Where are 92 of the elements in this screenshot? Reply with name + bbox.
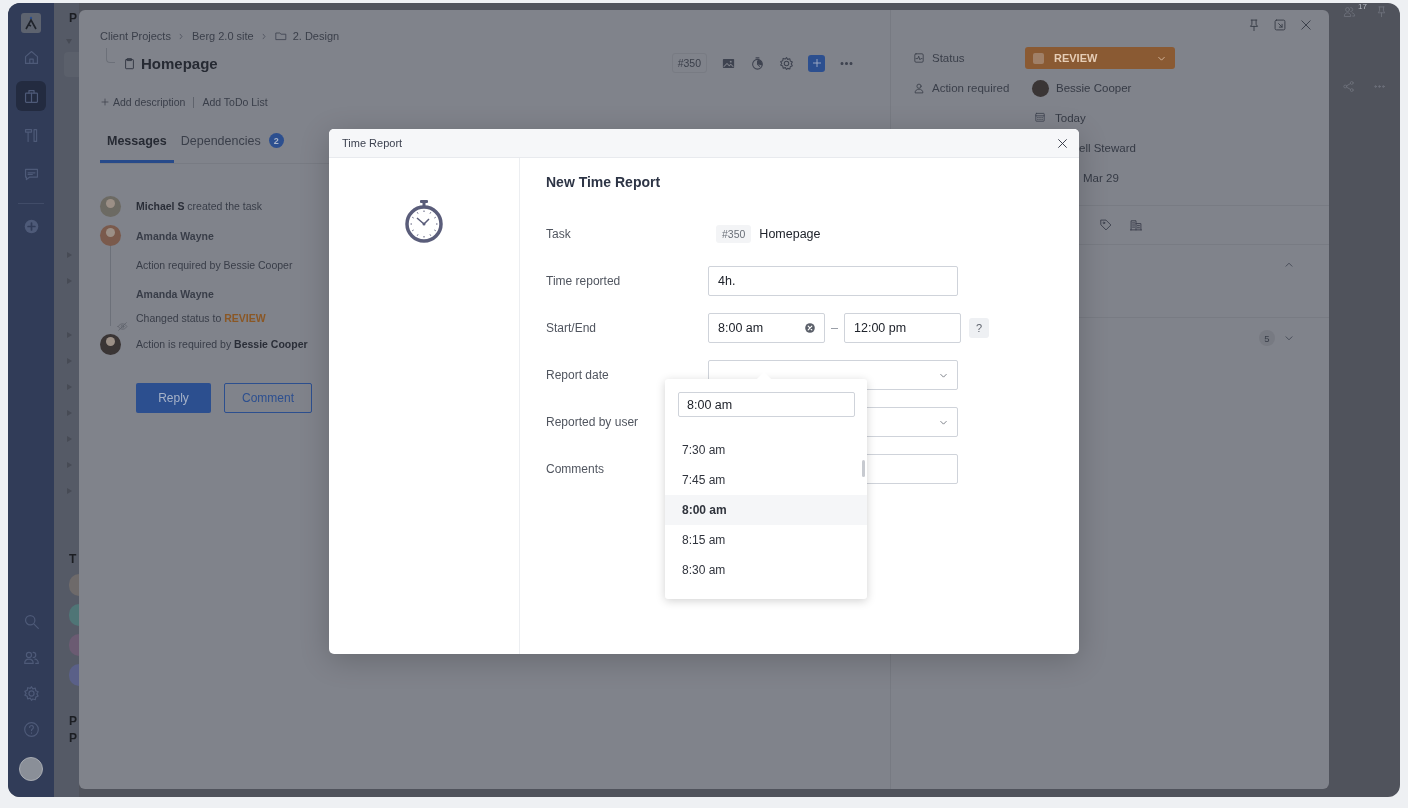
avatar[interactable] — [69, 664, 79, 686]
add-button[interactable] — [808, 54, 825, 72]
breadcrumb-link[interactable]: Berg 2.0 site — [191, 30, 254, 42]
action-link[interactable]: Add description — [113, 96, 186, 108]
start-time-field[interactable]: 8:00 am — [708, 313, 825, 343]
help-icon[interactable] — [22, 721, 40, 738]
activity-text: Changed status to REVIEW — [136, 311, 266, 324]
settings-icon[interactable] — [22, 685, 40, 702]
field-label: Report date — [546, 368, 610, 382]
people-icon[interactable] — [22, 649, 40, 666]
end-time-field[interactable]: 12:00 pm — [844, 313, 961, 343]
user-name[interactable]: Bessie Cooper — [1056, 82, 1132, 94]
time-option[interactable]: 8:30 am — [665, 555, 867, 585]
home-icon[interactable] — [22, 48, 40, 66]
close-icon[interactable] — [1056, 136, 1069, 150]
time-option[interactable]: 7:45 am — [665, 465, 867, 495]
calendar-icon — [1034, 111, 1046, 123]
count-badge: 2 — [268, 133, 284, 148]
share-icon[interactable] — [1342, 80, 1355, 93]
form-heading: New Time Report — [546, 174, 662, 190]
field-label: Start/End — [546, 321, 598, 335]
field-label: Comments — [546, 462, 605, 476]
settings-icon[interactable] — [779, 55, 794, 71]
add-icon[interactable] — [22, 218, 40, 235]
eye-icon — [117, 321, 128, 332]
avatar[interactable] — [69, 604, 79, 626]
avatar — [100, 333, 121, 355]
avatar — [1032, 79, 1049, 97]
task-id-tag: #350 — [716, 225, 752, 243]
plus-icon — [100, 97, 110, 107]
author-name: Amanda Wayne — [136, 229, 214, 242]
task-name: Homepage — [759, 227, 821, 241]
text-field[interactable]: 4h. — [708, 266, 958, 296]
list-heading: P — [69, 714, 78, 728]
avatar[interactable] — [69, 634, 79, 656]
user-icon — [913, 82, 925, 94]
folder-icon — [274, 30, 287, 42]
tab[interactable]: Messages — [100, 121, 174, 163]
timer-icon[interactable] — [750, 55, 765, 71]
task-id-tag: #350 — [671, 53, 707, 73]
avatar — [100, 195, 121, 217]
plus-icon — [810, 57, 823, 69]
due-date[interactable]: Today — [1055, 112, 1086, 124]
clear-icon[interactable] — [804, 322, 816, 334]
avatar[interactable] — [69, 574, 79, 596]
logo-icon[interactable] — [21, 13, 41, 33]
tools-icon[interactable] — [22, 126, 40, 144]
action-link[interactable]: Add ToDo List — [202, 96, 268, 108]
field-value: Mar 29 — [1083, 172, 1119, 184]
status-icon — [913, 52, 925, 64]
status-dropdown[interactable]: REVIEW — [1025, 47, 1175, 69]
user-avatar[interactable] — [19, 757, 43, 781]
activity-text: Action is required by Bessie Cooper — [136, 338, 308, 350]
comment-button[interactable]: Comment — [224, 383, 312, 413]
list-heading: P — [69, 11, 78, 25]
clipboard-icon — [123, 56, 136, 70]
author-name: Amanda Wayne — [136, 287, 214, 300]
time-search-field[interactable]: 8:00 am — [678, 392, 855, 417]
search-icon[interactable] — [22, 613, 40, 630]
people-icon[interactable] — [1343, 5, 1357, 18]
field-label: Action required — [932, 82, 1010, 94]
time-option[interactable]: 8:00 am — [665, 495, 867, 525]
avatar — [100, 225, 121, 246]
breadcrumb-link[interactable]: 2. Design — [292, 30, 340, 42]
pin-icon[interactable] — [1247, 18, 1261, 32]
briefcase-icon[interactable] — [22, 87, 40, 105]
activity-text: Michael S created the task — [136, 200, 263, 212]
building-icon[interactable] — [1129, 218, 1143, 232]
reply-button[interactable]: Reply — [136, 383, 211, 413]
field-label: Status — [932, 52, 965, 64]
online-count: 17 — [1358, 3, 1367, 11]
task-title: Homepage — [141, 54, 218, 72]
time-option[interactable]: 8:15 am — [665, 525, 867, 555]
scrollbar-thumb[interactable] — [862, 460, 865, 477]
tag-icon[interactable] — [1099, 218, 1113, 232]
list-row[interactable] — [64, 52, 79, 77]
list-heading: P — [69, 731, 78, 745]
field-label: Time reported — [546, 274, 622, 288]
minimize-icon[interactable] — [1273, 18, 1287, 32]
help-button[interactable]: ? — [969, 318, 989, 338]
count-badge: 5 — [1259, 330, 1275, 346]
breadcrumb-link[interactable]: Client Projects — [100, 30, 171, 42]
list-heading: T — [69, 552, 78, 566]
stopwatch-icon — [404, 199, 444, 243]
dialog-title: Time Report — [342, 137, 403, 149]
pin-icon[interactable] — [1375, 5, 1388, 18]
field-label: Reported by user — [546, 415, 640, 429]
tab[interactable]: Dependencies 2 — [173, 121, 291, 163]
time-option[interactable]: 7:30 am — [665, 435, 867, 465]
field-label: Task — [546, 227, 572, 241]
activity-text: Action required by Bessie Cooper — [136, 258, 293, 271]
field-value: ell Steward — [1079, 142, 1136, 154]
